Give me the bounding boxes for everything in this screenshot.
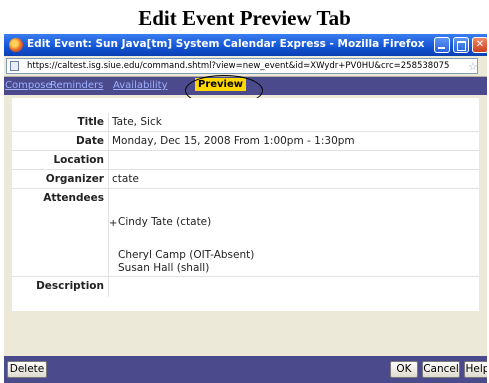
row-divider (12, 169, 479, 170)
attendee-item: Susan Hall (shall) (118, 262, 210, 274)
url-text: https://caltest.isg.siue.edu/command.sht… (27, 61, 450, 71)
firefox-icon (9, 38, 23, 52)
ok-button[interactable]: OK (390, 361, 418, 378)
tab-reminders[interactable]: Reminders (50, 80, 103, 91)
row-divider (12, 188, 479, 189)
window-title: Edit Event: Sun Java[tm] System Calendar… (27, 38, 425, 50)
browser-window: Edit Event: Sun Java[tm] System Calendar… (4, 34, 487, 383)
url-field[interactable]: https://caltest.isg.siue.edu/command.sht… (6, 58, 478, 74)
row-divider (12, 131, 479, 132)
maximize-icon[interactable] (453, 37, 469, 53)
description-label: Description (36, 280, 104, 292)
title-value: Tate, Sick (112, 116, 162, 128)
column-divider (108, 113, 109, 297)
title-label: Title (77, 116, 104, 128)
tab-compose[interactable]: Compose (5, 80, 52, 91)
minimize-icon[interactable] (434, 37, 450, 53)
event-preview-panel: Title Tate, Sick Date Monday, Dec 15, 20… (12, 98, 479, 311)
bookmark-star-icon[interactable]: ☆ (468, 60, 477, 73)
page-caption: Edit Event Preview Tab (138, 6, 351, 30)
location-label: Location (53, 154, 104, 166)
organizer-label: Organizer (45, 173, 104, 185)
tab-availability[interactable]: Availability (113, 80, 168, 91)
attendee-item: Cindy Tate (ctate) (118, 216, 212, 228)
address-bar: https://caltest.isg.siue.edu/command.sht… (4, 56, 487, 77)
title-bar: Edit Event: Sun Java[tm] System Calendar… (4, 34, 487, 56)
page-icon (10, 61, 19, 71)
cancel-button[interactable]: Cancel (422, 361, 460, 378)
attendee-bullet: + (109, 218, 118, 229)
row-divider (12, 150, 479, 151)
close-icon[interactable]: ✕ (472, 37, 487, 53)
date-value: Monday, Dec 15, 2008 From 1:00pm - 1:30p… (112, 135, 355, 147)
organizer-value: ctate (112, 173, 139, 185)
delete-button[interactable]: Delete (7, 361, 47, 378)
attendees-label: Attendees (43, 192, 104, 204)
date-label: Date (76, 135, 104, 147)
help-button[interactable]: Help (464, 361, 487, 378)
attendee-item: Cheryl Camp (OIT-Absent) (118, 249, 255, 261)
action-bar: Delete OK Cancel Help (4, 356, 487, 383)
row-divider (12, 276, 479, 277)
